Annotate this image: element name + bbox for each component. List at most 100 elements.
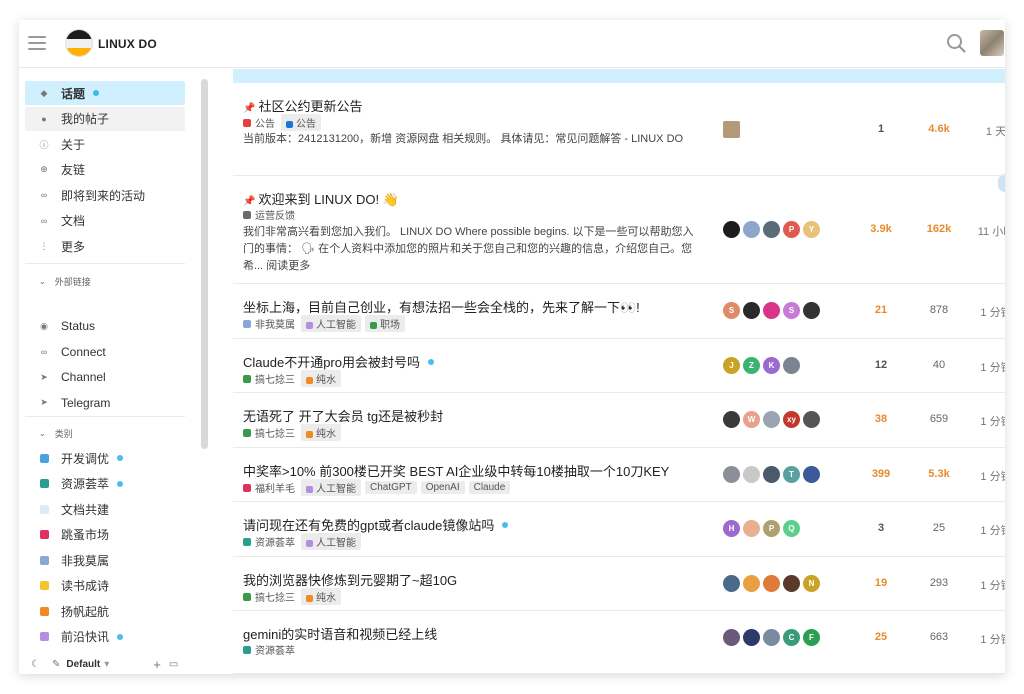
poster-avatar[interactable] — [783, 357, 800, 374]
topic-row[interactable]: 📌 欢迎来到 LINUX DO! 👋 运营反馈我们非常高兴看到您加入我们。 LINU… — [233, 176, 1005, 284]
topic-tag[interactable]: 人工智能 — [301, 315, 361, 332]
topic-row[interactable]: Claude不开通pro用会被封号吗搞七捻三 纯水 J Z K 12 40 1 分钟 — [233, 339, 1005, 393]
reply-count[interactable]: 12 — [856, 359, 906, 371]
activity-age[interactable]: 1 天 — [971, 123, 1005, 139]
poster-avatar[interactable] — [763, 302, 780, 319]
topic-excerpt[interactable]: 我们非常高兴看到您加入我们。 LINUX DO Where possible b… — [243, 224, 703, 275]
poster-avatar[interactable]: Q — [783, 520, 800, 537]
topic-tag[interactable]: 人工智能 — [301, 533, 361, 550]
activity-age[interactable]: 11 小时 — [971, 223, 1005, 239]
sidebar-link[interactable]: ➤ Telegram — [25, 391, 185, 415]
brush-icon[interactable]: ✎ — [52, 659, 60, 670]
sidebar-item[interactable]: ● 我的帖子 — [25, 106, 185, 131]
topic-title-text[interactable]: 坐标上海，目前自己创业，有想法招一些会全栈的，先来了解一下👀! — [243, 300, 640, 315]
poster-avatar[interactable]: Y — [803, 221, 820, 238]
poster-avatar[interactable]: P — [763, 520, 780, 537]
topic-row[interactable]: 中奖率>10% 前300楼已开奖 BEST AI企业级中转每10楼抽取一个10刀… — [233, 448, 1005, 502]
topic-title-text[interactable]: 无语死了 开了大会员 tg还是被秒封 — [243, 409, 443, 424]
topic-title[interactable]: 📌 欢迎来到 LINUX DO! 👋 — [243, 189, 399, 208]
topic-category[interactable]: 资源荟萃 — [243, 642, 295, 657]
topic-category[interactable]: 搞七捻三 — [243, 589, 295, 604]
poster-avatar[interactable] — [743, 221, 760, 238]
poster-avatar[interactable]: S — [723, 302, 740, 319]
poster-avatar[interactable] — [743, 466, 760, 483]
site-brand[interactable]: LINUX DO — [98, 37, 157, 51]
sidebar-item[interactable]: ⊕ 友链 — [25, 158, 185, 182]
poster-avatar[interactable]: xy — [783, 411, 800, 428]
poster-avatar[interactable]: T — [783, 466, 800, 483]
sidebar-category[interactable]: 前沿快讯 — [25, 625, 185, 649]
reply-count[interactable]: 38 — [856, 413, 906, 425]
theme-selector[interactable]: Default — [66, 659, 100, 670]
topic-row[interactable]: gemini的实时语音和视频已经上线资源荟萃CF256631 分钟 — [233, 611, 1005, 674]
poster-avatar[interactable] — [763, 466, 780, 483]
topic-category[interactable]: 非我莫属 — [243, 316, 295, 331]
poster-avatar[interactable] — [763, 221, 780, 238]
topic-tag[interactable]: 公告 — [281, 114, 321, 131]
topic-tag[interactable]: OpenAI — [420, 481, 465, 494]
sidebar-category[interactable]: 扬帆起航 — [25, 599, 185, 623]
sidebar-category[interactable]: 文档共建 — [25, 497, 185, 521]
activity-age[interactable]: 1 分钟 — [971, 631, 1005, 647]
topic-title[interactable]: 中奖率>10% 前300楼已开奖 BEST AI企业级中转每10楼抽取一个10刀… — [243, 461, 669, 480]
sidebar-link[interactable]: ◉ Status — [25, 314, 185, 338]
topic-row[interactable]: 无语死了 开了大会员 tg还是被秒封搞七捻三 纯水 Wxy 38 659 1 分钟 — [233, 393, 1005, 448]
section-header-categories[interactable]: ⌄ 类别 — [39, 427, 73, 440]
topic-category[interactable]: 公告 — [243, 115, 275, 130]
activity-age[interactable]: 1 分钟 — [971, 468, 1005, 484]
site-logo[interactable] — [65, 29, 93, 57]
poster-avatar[interactable] — [743, 575, 760, 592]
topic-category[interactable]: 福利羊毛 — [243, 480, 295, 495]
reply-count[interactable]: 3.9k — [856, 223, 906, 235]
activity-age[interactable]: 1 分钟 — [971, 577, 1005, 593]
reply-count[interactable]: 19 — [856, 577, 906, 589]
sidebar-item[interactable]: ◆ 话题 — [25, 81, 185, 105]
topic-excerpt[interactable]: 当前版本：2412131200，新增 资源网盘 相关规则。 具体请见：常见问题解… — [243, 131, 703, 148]
poster-avatar[interactable]: F — [803, 629, 820, 646]
poster-avatar[interactable] — [763, 575, 780, 592]
topic-title[interactable]: 📌 社区公约更新公告 — [243, 96, 362, 115]
topic-tag[interactable]: 职场 — [365, 315, 405, 332]
plus-icon[interactable]: + — [153, 657, 161, 672]
topic-title-text[interactable]: 我的浏览器快修炼到元婴期了~超10G — [243, 573, 457, 588]
poster-avatar[interactable]: W — [743, 411, 760, 428]
reply-count[interactable]: 3 — [856, 522, 906, 534]
topic-title[interactable]: 无语死了 开了大会员 tg还是被秒封 — [243, 406, 443, 425]
topic-title-text[interactable]: Claude不开通pro用会被封号吗 — [243, 355, 420, 370]
reply-count[interactable]: 399 — [856, 468, 906, 480]
topic-tag[interactable]: ChatGPT — [365, 481, 417, 494]
poster-avatar[interactable] — [743, 520, 760, 537]
poster-avatar[interactable] — [743, 302, 760, 319]
poster-avatar[interactable]: P — [783, 221, 800, 238]
poster-avatar[interactable] — [723, 575, 740, 592]
sidebar-link[interactable]: ∞ Connect — [25, 340, 185, 364]
poster-avatar[interactable] — [783, 575, 800, 592]
activity-age[interactable]: 1 分钟 — [971, 359, 1005, 375]
topic-title-text[interactable]: gemini的实时语音和视频已经上线 — [243, 627, 437, 642]
poster-avatar[interactable] — [763, 629, 780, 646]
sidebar-category[interactable]: 资源荟萃 — [25, 472, 185, 496]
reply-count[interactable]: 21 — [856, 304, 906, 316]
poster-avatar[interactable] — [723, 221, 740, 238]
sidebar-item[interactable]: ∞ 文档 — [25, 209, 185, 233]
topic-category[interactable]: 搞七捻三 — [243, 425, 295, 440]
topic-tag[interactable]: Claude — [468, 481, 511, 494]
poster-avatar[interactable] — [803, 411, 820, 428]
topic-row[interactable]: 📌 社区公约更新公告 公告 公告 当前版本：2412131200，新增 资源网盘 相关规… — [233, 83, 1005, 176]
topic-category[interactable]: 运营反馈 — [243, 207, 295, 222]
topic-title[interactable]: 我的浏览器快修炼到元婴期了~超10G — [243, 570, 457, 589]
topic-category[interactable]: 资源荟萃 — [243, 534, 295, 549]
topic-title[interactable]: 坐标上海，目前自己创业，有想法招一些会全栈的，先来了解一下👀! — [243, 297, 640, 316]
sidebar-category[interactable]: 读书成诗 — [25, 574, 185, 598]
sidebar-item[interactable]: ⓘ 关于 — [25, 132, 185, 156]
topic-title[interactable]: 请问现在还有免费的gpt或者claude镜像站吗 — [243, 515, 509, 534]
sidebar-scrollbar[interactable] — [201, 79, 208, 449]
activity-age[interactable]: 1 分钟 — [971, 304, 1005, 320]
reply-count[interactable]: 1 — [856, 123, 906, 135]
topic-row[interactable]: 我的浏览器快修炼到元婴期了~超10G 搞七捻三 纯水 N 19 293 1 分钟 — [233, 557, 1005, 611]
topic-tag[interactable]: 纯水 — [301, 588, 341, 605]
sidebar-category[interactable]: 开发调优 — [25, 446, 185, 470]
section-header-external[interactable]: ⌄ 外部链接 — [39, 275, 91, 288]
topic-row[interactable]: 请问现在还有免费的gpt或者claude镜像站吗 资源荟萃 人工智能 H P Q 3 25 1 … — [233, 502, 1005, 557]
poster-avatar[interactable] — [723, 466, 740, 483]
